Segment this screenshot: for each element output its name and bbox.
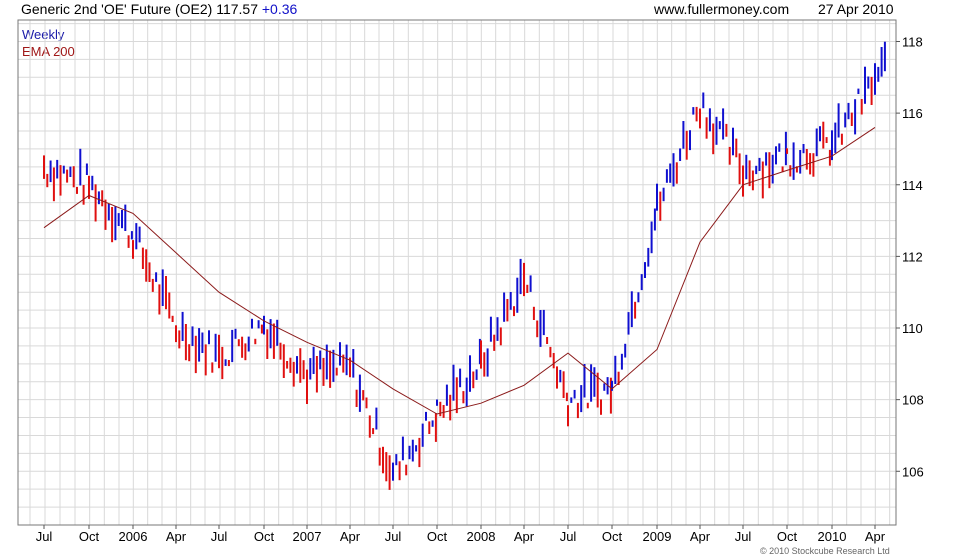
price-chart: 106 108 110 112 114 116 118 Jul Oct 2006 Apr Jul Oc…	[17, 19, 924, 544]
x-tick-label: Oct	[602, 529, 623, 544]
x-tick-label: Oct	[79, 529, 100, 544]
y-tick-label: 106	[902, 464, 924, 479]
x-tick-label: 2006	[119, 529, 148, 544]
copyright: © 2010 Stockcube Research Ltd	[760, 546, 890, 556]
x-tick-label: Apr	[690, 529, 711, 544]
y-tick-label: 114	[902, 178, 923, 193]
x-axis: Jul Oct 2006 Apr Jul Oct 2007 Apr Jul Oct 2008 Apr J…	[36, 525, 886, 544]
x-tick-label: 2007	[293, 529, 322, 544]
x-tick-label: Apr	[514, 529, 535, 544]
x-tick-label: Oct	[254, 529, 275, 544]
y-tick-label: 108	[902, 393, 924, 408]
x-tick-label: Oct	[427, 529, 448, 544]
x-tick-label: Apr	[166, 529, 187, 544]
x-tick-label: 2008	[467, 529, 496, 544]
y-tick-label: 110	[902, 321, 923, 336]
x-tick-label: Jul	[211, 529, 228, 544]
x-tick-label: Jul	[36, 529, 53, 544]
y-tick-label: 118	[902, 34, 923, 49]
y-tick-label: 112	[902, 249, 923, 264]
x-tick-label: 2009	[643, 529, 672, 544]
x-tick-label: Jul	[560, 529, 577, 544]
y-axis: 106 108 110 112 114 116 118	[896, 34, 924, 479]
x-tick-label: Apr	[340, 529, 361, 544]
y-tick-label: 116	[902, 106, 923, 121]
x-tick-label: Jul	[735, 529, 752, 544]
x-tick-label: 2010	[818, 529, 847, 544]
x-tick-label: Oct	[777, 529, 798, 544]
x-tick-label: Apr	[865, 529, 886, 544]
x-tick-label: Jul	[385, 529, 402, 544]
